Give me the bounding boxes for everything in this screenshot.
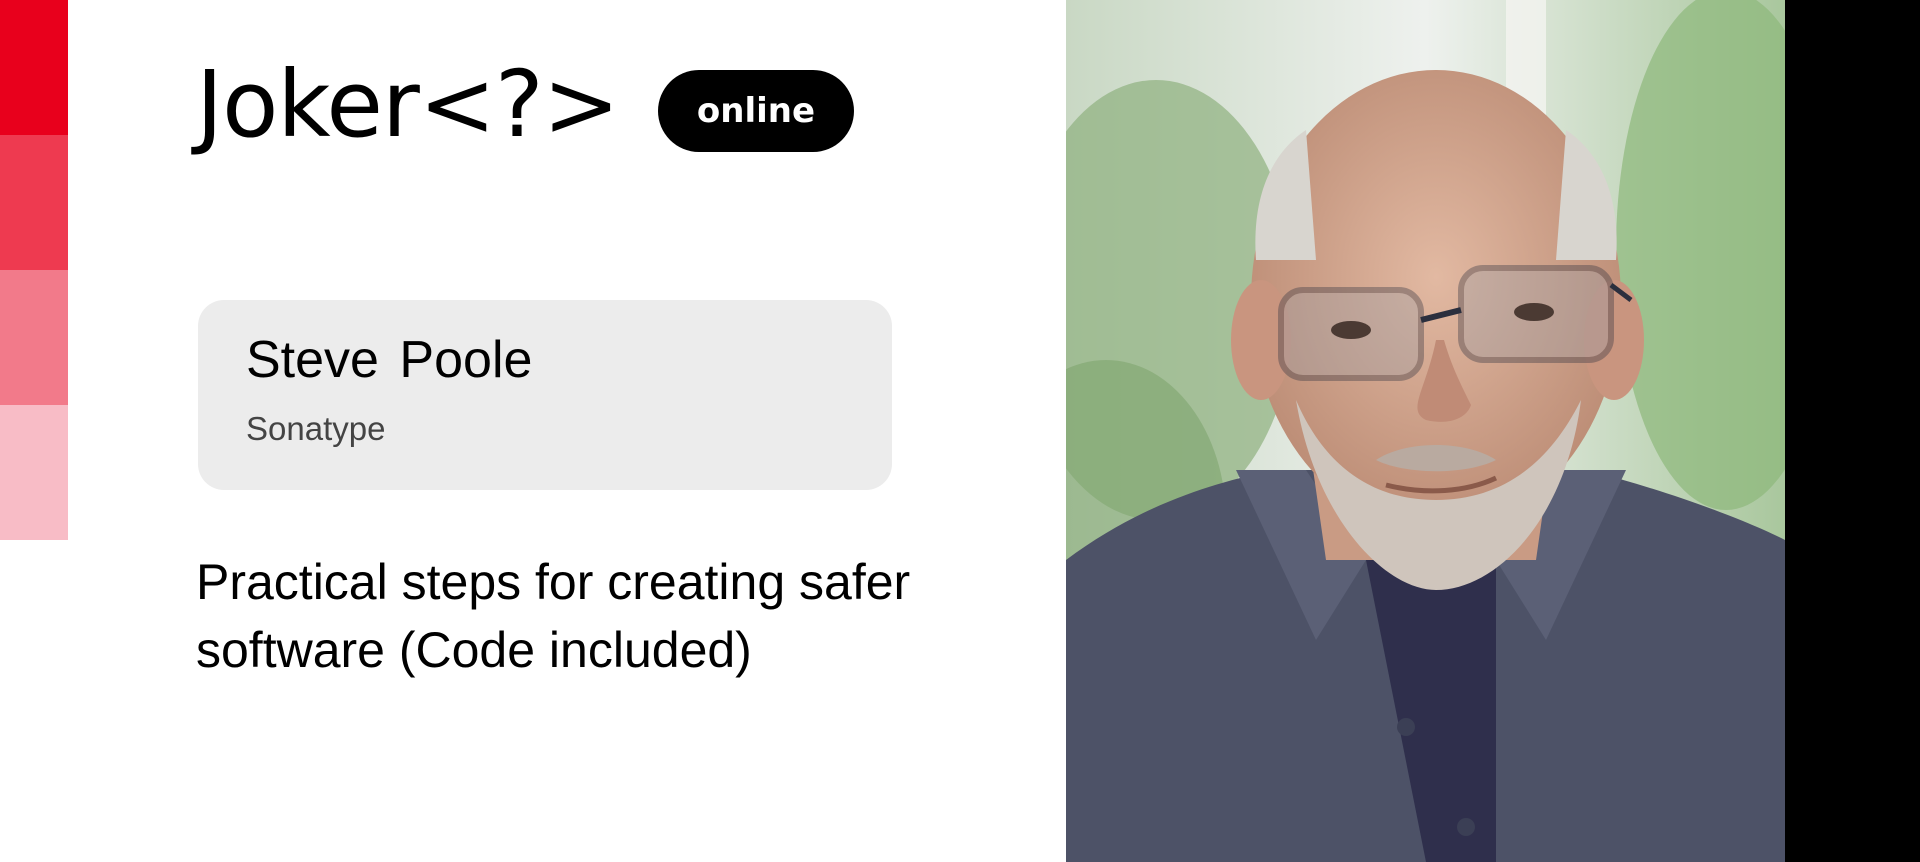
speaker-photo: [1066, 0, 1785, 862]
online-badge: online: [658, 70, 854, 152]
accent-stripe-2: [0, 135, 68, 270]
accent-stripe-3: [0, 270, 68, 405]
speaker-company: Sonatype: [246, 410, 386, 447]
speaker-name: Steve Poole: [246, 331, 533, 389]
accent-stripe-4: [0, 405, 68, 540]
talk-title: Practical steps for creating safer softw…: [196, 554, 911, 678]
slide: Joker<?> online Steve Poole Sonatype Pra…: [0, 0, 1920, 862]
joker-logo: Joker<?>: [196, 50, 620, 160]
accent-stripe-1: [0, 0, 68, 135]
speaker-card: Steve Poole Sonatype: [198, 300, 892, 490]
right-bar: [1785, 0, 1920, 862]
logo-text: Joker<?>: [196, 51, 620, 158]
speaker-portrait-icon: [1066, 0, 1785, 862]
